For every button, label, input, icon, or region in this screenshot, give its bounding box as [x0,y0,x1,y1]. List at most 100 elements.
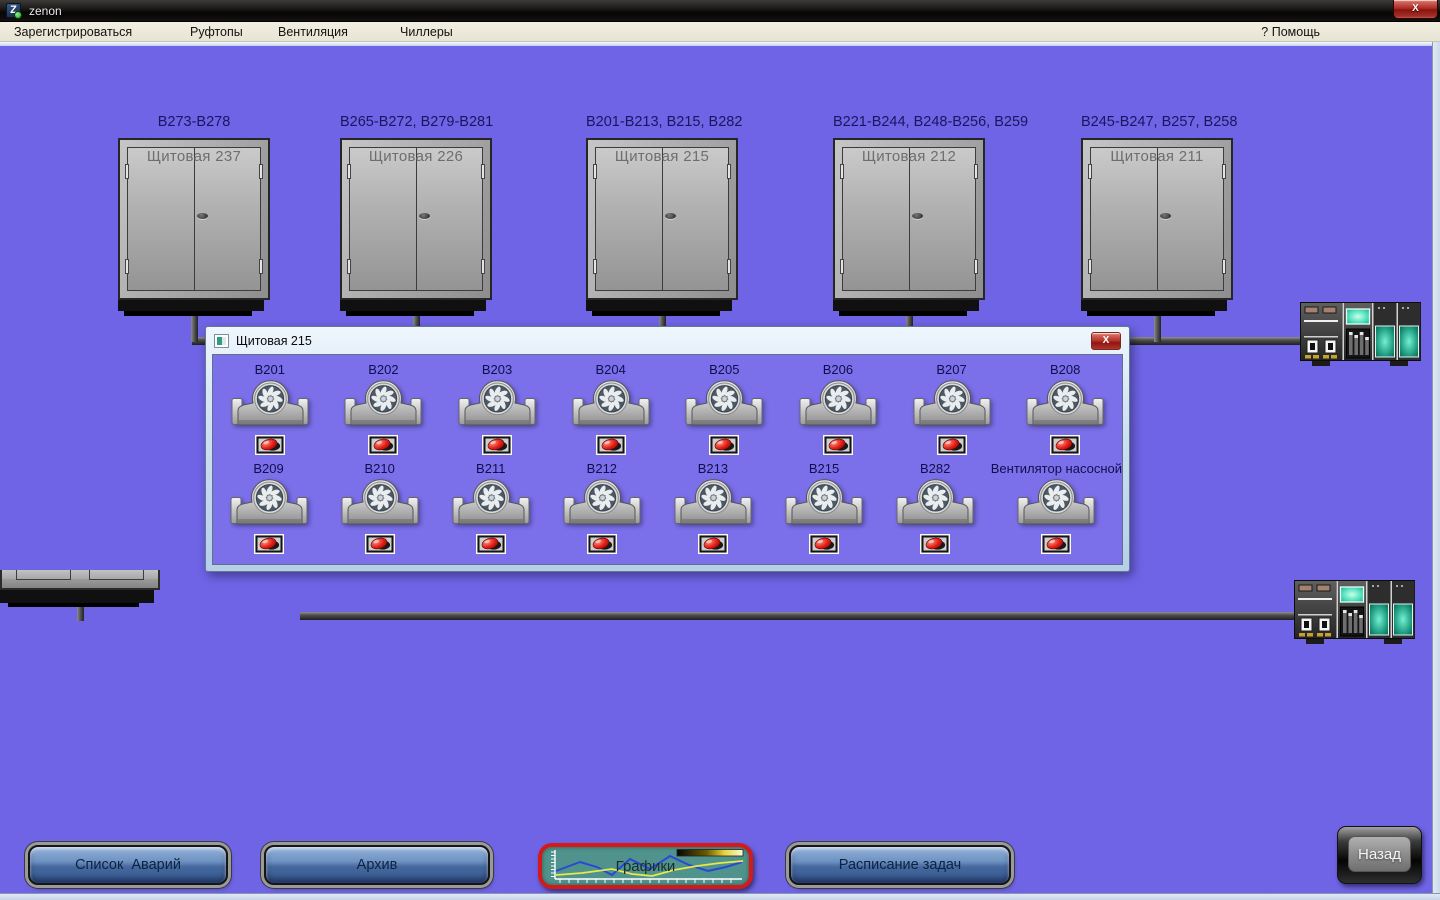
cabinet[interactable]: B273-B278 Щитовая 237 [118,110,270,342]
fan-icon[interactable] [458,379,536,431]
red-lamp-button[interactable] [937,435,967,455]
hinge-icon [840,164,844,179]
window-title: zenon [29,4,62,18]
red-lamp-button[interactable] [698,534,728,554]
red-lamp-button[interactable] [255,435,285,455]
hinge-icon [1222,164,1226,179]
cabinet-door-right [416,148,483,290]
fan-icon[interactable] [896,478,974,530]
back-button[interactable]: Назад [1337,826,1422,884]
hinge-icon [1088,259,1092,274]
fan-label: Вентилятор насосной [991,461,1122,477]
close-window-button[interactable]: X [1393,0,1438,19]
hinge-icon [593,164,597,179]
menu-item[interactable]: Вентиляция [274,24,352,40]
red-lamp-button[interactable] [368,435,398,455]
back-label: Назад [1348,836,1411,872]
window-edge-bottom [0,893,1440,900]
red-lamp-button[interactable] [709,435,739,455]
red-lamp-button[interactable] [596,435,626,455]
cabinet-doors [1090,147,1224,291]
alarm-list-button[interactable]: Список Аварий [28,845,228,885]
red-lamp-button[interactable] [482,435,512,455]
red-lamp-button[interactable] [365,534,395,554]
fan-unit: B208 [1008,362,1122,455]
red-lamp-button[interactable] [920,534,950,554]
fan-icon[interactable] [344,379,422,431]
cabinet-base [1081,300,1227,311]
fan-unit: B202 [327,362,441,455]
popup-title: Щитовая 215 [236,334,1091,348]
red-lamp-button[interactable] [1041,534,1071,554]
cabinet[interactable]: B201-B213, B215, B282 Щитовая 215 [586,110,738,342]
cabinet-door-left [128,148,194,290]
red-lamp-button[interactable] [809,534,839,554]
main-canvas: B273-B278 Щитовая 237 B265-B272, B279-B2… [0,42,1432,893]
fan-icon[interactable] [563,478,641,530]
fan-row-2: B209 [213,461,1122,554]
hinge-icon [259,259,263,274]
charts-button[interactable]: Графики [538,843,753,889]
archive-label: Архив [357,857,398,873]
hinge-icon [347,259,351,274]
fan-icon[interactable] [685,379,763,431]
fan-icon[interactable] [230,478,308,530]
fan-icon[interactable] [341,478,419,530]
red-lamp-button[interactable] [254,534,284,554]
cabinet[interactable]: B245-B247, B257, B258 Щитовая 211 [1081,110,1233,342]
cabinet-partial-mid [0,579,160,590]
cabinet-base [586,300,732,311]
menu-item[interactable]: Зарегистрироваться [10,24,136,40]
cabinet-door-left [350,148,416,290]
archive-button[interactable]: Архив [264,845,490,885]
keyhole-icon [665,213,676,219]
fan-label: B203 [482,362,512,378]
fan-icon[interactable] [1026,379,1104,431]
cabinet[interactable]: B221-B244, B248-B256, B259 Щитовая 212 [833,110,985,342]
fan-icon[interactable] [785,478,863,530]
cabinet-base [340,300,486,311]
fan-label: B206 [823,362,853,378]
cabinet[interactable]: B265-B272, B279-B281 Щитовая 226 [340,110,492,342]
cabinet-partial[interactable] [0,570,160,621]
fan-icon[interactable] [1017,478,1095,530]
popup-titlebar[interactable]: Щитовая 215 X [212,327,1123,354]
hinge-icon [1088,164,1092,179]
fan-unit: B207 [895,362,1009,455]
hinge-icon [481,259,485,274]
cabinet-name-label: Щитовая 211 [1083,148,1231,165]
hinge-icon [1222,259,1226,274]
cable-drop-line [191,316,198,342]
cabinet-body: Щитовая 215 [586,138,738,300]
cabinet-base-shadow [346,311,474,316]
fan-label: B213 [698,461,728,477]
keyhole-icon [419,213,430,219]
red-lamp-button[interactable] [823,435,853,455]
menu-item[interactable]: Руфтопы [186,24,247,40]
red-lamp-button[interactable] [1050,435,1080,455]
red-lamp-button[interactable] [587,534,617,554]
fan-unit: B210 [324,461,435,554]
fan-icon[interactable] [799,379,877,431]
hinge-icon [840,259,844,274]
keyhole-icon [1160,213,1171,219]
fan-icon[interactable] [572,379,650,431]
menu-item[interactable]: Чиллеры [396,24,457,40]
os-titlebar: Z zenon X [0,0,1440,22]
red-lamp-button[interactable] [476,534,506,554]
fan-icon[interactable] [231,379,309,431]
popup-close-button[interactable]: X [1091,332,1121,350]
fan-icon[interactable] [913,379,991,431]
cable-drop-line [77,607,84,621]
cabinet-base [833,300,979,311]
plc-rack-icon [1294,580,1415,646]
menu-item-help[interactable]: ? Помощь [1261,24,1320,40]
fan-icon[interactable] [452,478,530,530]
charts-label: Графики [542,847,749,885]
fan-label: B211 [476,461,505,477]
fan-icon[interactable] [674,478,752,530]
fan-unit: B213 [657,461,768,554]
fan-label: B209 [253,461,283,477]
cabinet-doors [842,147,976,291]
schedule-button[interactable]: Расписание задач [789,845,1011,885]
